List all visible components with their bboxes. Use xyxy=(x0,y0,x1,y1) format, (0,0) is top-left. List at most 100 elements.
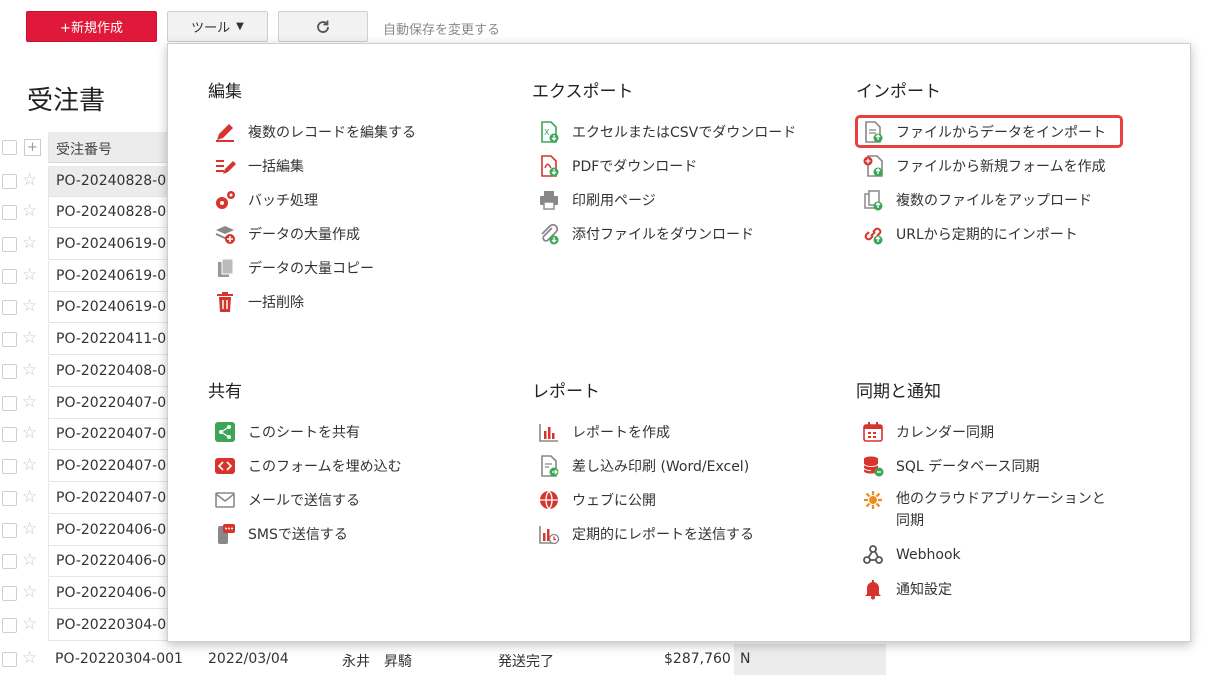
menu-item-embed-form[interactable]: このフォームを埋め込む xyxy=(213,454,402,478)
menu-item-send-email[interactable]: メールで送信する xyxy=(213,488,360,512)
star-icon[interactable]: ☆ xyxy=(22,423,37,443)
row-extra: N xyxy=(734,644,886,675)
menu-item-bulk-edit[interactable]: 一括編集 xyxy=(213,154,304,178)
star-icon[interactable]: ☆ xyxy=(22,582,37,602)
row-checkbox[interactable] xyxy=(2,332,17,347)
menu-item-mail-merge[interactable]: 差し込み印刷 (Word/Excel) xyxy=(537,454,749,478)
menu-item-calendar-sync[interactable]: カレンダー同期 xyxy=(861,420,994,444)
row-checkbox[interactable] xyxy=(2,205,17,220)
star-icon[interactable]: ☆ xyxy=(22,487,37,507)
star-icon[interactable]: ☆ xyxy=(22,648,37,668)
menu-item-import-from-file[interactable]: ファイルからデータをインポート xyxy=(861,120,1106,144)
menu-item-notification-settings[interactable]: 通知設定 xyxy=(861,577,952,601)
share-icon xyxy=(213,420,237,444)
section-report-title: レポート xyxy=(532,382,600,402)
tools-dropdown-button[interactable]: ツール ▼ xyxy=(167,11,268,42)
item-label: このフォームを埋め込む xyxy=(248,459,402,475)
new-record-button[interactable]: +新規作成 xyxy=(26,11,157,42)
item-label: URLから定期的にインポート xyxy=(896,227,1078,243)
scheduled-chart-icon xyxy=(537,522,561,546)
section-import-title: インポート xyxy=(856,82,941,102)
excel-icon: X xyxy=(537,120,561,144)
section-share-title: 共有 xyxy=(208,382,242,402)
star-icon[interactable]: ☆ xyxy=(22,519,37,539)
item-label: バッチ処理 xyxy=(248,193,318,209)
paperclip-icon xyxy=(537,222,561,246)
refresh-button[interactable] xyxy=(278,11,368,42)
star-icon[interactable]: ☆ xyxy=(22,328,37,348)
row-checkbox[interactable] xyxy=(2,523,17,538)
star-icon[interactable]: ☆ xyxy=(22,392,37,412)
item-label: 複数のレコードを編集する xyxy=(248,125,416,141)
row-checkbox[interactable] xyxy=(2,586,17,601)
menu-item-edit-multiple[interactable]: 複数のレコードを編集する xyxy=(213,120,416,144)
menu-item-batch[interactable]: バッチ処理 xyxy=(213,188,318,212)
star-icon[interactable]: ☆ xyxy=(22,614,37,634)
star-icon[interactable]: ☆ xyxy=(22,265,37,285)
menu-item-webhook[interactable]: Webhook xyxy=(861,543,961,567)
sms-icon xyxy=(213,522,237,546)
row-checkbox[interactable] xyxy=(2,237,17,252)
layers-add-icon xyxy=(213,222,237,246)
menu-item-share-sheet[interactable]: このシートを共有 xyxy=(213,420,360,444)
item-label: このシートを共有 xyxy=(248,425,360,441)
pdf-icon xyxy=(537,154,561,178)
menu-item-download-attachments[interactable]: 添付ファイルをダウンロード xyxy=(537,222,754,246)
menu-item-schedule-report[interactable]: 定期的にレポートを送信する xyxy=(537,522,754,546)
menu-item-cloud-app-sync[interactable]: 他のクラウドアプリケーションと同期 xyxy=(861,488,1111,532)
star-icon[interactable]: ☆ xyxy=(22,233,37,253)
row-checkbox[interactable] xyxy=(2,652,17,667)
row-checkbox[interactable] xyxy=(2,459,17,474)
row-checkbox[interactable] xyxy=(2,491,17,506)
row-checkbox[interactable] xyxy=(2,554,17,569)
table-row[interactable]: ☆ PO-20220304-001 2022/03/04 永井 昇騎 発送完了 … xyxy=(0,644,890,675)
menu-item-upload-multiple[interactable]: 複数のファイルをアップロード xyxy=(861,188,1092,212)
menu-item-send-sms[interactable]: SMSで送信する xyxy=(213,522,348,546)
file-new-form-icon xyxy=(861,154,885,178)
row-checkbox[interactable] xyxy=(2,396,17,411)
add-column-icon[interactable]: + xyxy=(24,139,41,156)
row-checkbox[interactable] xyxy=(2,364,17,379)
menu-item-mass-copy[interactable]: データの大量コピー xyxy=(213,256,374,280)
menu-item-download-pdf[interactable]: PDFでダウンロード xyxy=(537,154,697,178)
menu-item-import-from-url[interactable]: URLから定期的にインポート xyxy=(861,222,1078,246)
item-label: SMSで送信する xyxy=(248,527,348,543)
gears-icon xyxy=(213,188,237,212)
copy-icon xyxy=(213,256,237,280)
row-checkbox[interactable] xyxy=(2,618,17,633)
menu-item-publish-web[interactable]: ウェブに公開 xyxy=(537,488,656,512)
menu-item-sql-sync[interactable]: SQL データベース同期 xyxy=(861,454,1039,478)
star-icon[interactable]: ☆ xyxy=(22,296,37,316)
webhook-icon xyxy=(861,543,885,567)
row-amount: $287,760 xyxy=(664,651,731,667)
menu-item-bulk-delete[interactable]: 一括削除 xyxy=(213,290,304,314)
row-checkbox[interactable] xyxy=(2,427,17,442)
item-label: 添付ファイルをダウンロード xyxy=(572,227,754,243)
autosave-link[interactable]: 自動保存を変更する xyxy=(383,19,500,38)
refresh-icon xyxy=(317,20,329,33)
item-label: 一括編集 xyxy=(248,159,304,175)
item-label: 通知設定 xyxy=(896,582,952,598)
tools-menu: 編集 複数のレコードを編集する 一括編集 バッチ処理 データの大量作成 データの… xyxy=(167,43,1191,642)
bell-icon xyxy=(861,577,885,601)
star-icon[interactable]: ☆ xyxy=(22,360,37,380)
item-label: ファイルから新規フォームを作成 xyxy=(896,159,1106,175)
star-icon[interactable]: ☆ xyxy=(22,170,37,190)
row-checkbox[interactable] xyxy=(2,174,17,189)
select-all-checkbox[interactable] xyxy=(2,140,17,155)
menu-item-new-form-from-file[interactable]: ファイルから新規フォームを作成 xyxy=(861,154,1106,178)
menu-item-create-report[interactable]: レポートを作成 xyxy=(537,420,670,444)
calendar-icon xyxy=(861,420,885,444)
star-icon[interactable]: ☆ xyxy=(22,550,37,570)
menu-item-mass-create[interactable]: データの大量作成 xyxy=(213,222,360,246)
item-label: SQL データベース同期 xyxy=(896,459,1040,475)
star-icon[interactable]: ☆ xyxy=(22,455,37,475)
menu-item-download-excel[interactable]: X エクセルまたはCSVでダウンロード xyxy=(537,120,796,144)
menu-item-print[interactable]: 印刷用ページ xyxy=(537,188,656,212)
star-icon[interactable]: ☆ xyxy=(22,201,37,221)
row-checkbox[interactable] xyxy=(2,300,17,315)
code-icon xyxy=(213,454,237,478)
row-person: 永井 昇騎 xyxy=(342,654,412,670)
tools-label: ツール xyxy=(191,21,231,36)
row-checkbox[interactable] xyxy=(2,269,17,284)
